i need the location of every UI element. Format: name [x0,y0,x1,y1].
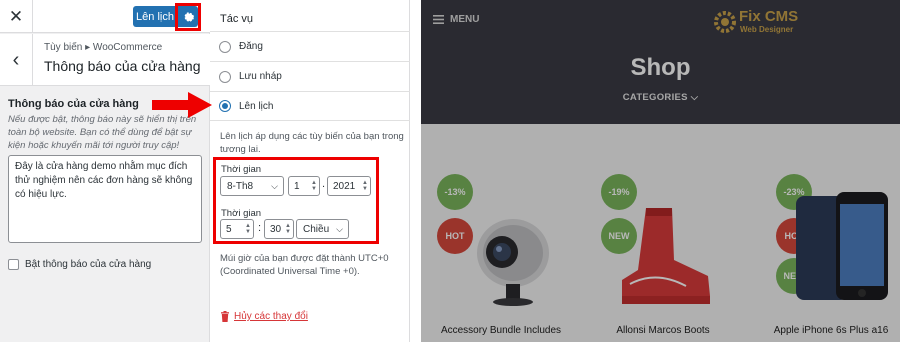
close-icon[interactable]: ✕ [0,0,33,33]
product-image [622,208,710,304]
enable-notice-label: Bật thông báo của cửa hàng [25,259,152,270]
discard-changes-link[interactable]: Hủy các thay đổi [220,311,308,322]
menu-button[interactable]: MENU [433,14,479,25]
menu-label: MENU [450,14,480,25]
product-image [796,192,888,300]
breadcrumb: Tùy biến ▸ WooCommerce [44,42,163,53]
logo-subtext: Web Designer [740,25,794,34]
product-image [477,219,549,306]
categories-label: CATEGORIES [622,92,688,103]
option-schedule-label: Lên lịch [239,100,274,112]
customizer-screen: ✕ Lên lịch ‹ Tùy biến ▸ WooCommerce Thôn… [0,0,900,342]
logo-text: Fix CMS [739,8,799,25]
radio-publish[interactable] [219,40,231,53]
enable-notice-checkbox[interactable] [8,259,19,270]
store-notice-label: Thông báo của cửa hàng [8,98,139,110]
publish-button[interactable]: Lên lịch [133,6,177,27]
product-name[interactable]: Accessory Bundle Includes [426,325,576,336]
enable-notice-row[interactable]: Bật thông báo của cửa hàng [8,259,151,270]
schedule-description: Lên lịch áp dụng các tùy biến của bạn tr… [220,131,404,155]
timezone-note: Múi giờ của bạn được đặt thành UTC+0 (Co… [220,253,389,277]
site-preview[interactable]: MENU Fix CMS Web Designer Shop CATEGORIE… [421,0,900,342]
preview-header: MENU Fix CMS Web Designer Shop CATEGORIE… [421,0,900,124]
option-draft-label: Lưu nháp [239,71,282,82]
section-header: ‹ Tùy biến ▸ WooCommerce Thông báo của c… [0,34,210,86]
section-title: Thông báo của cửa hàng [44,58,201,74]
product-name[interactable]: Allonsi Marcos Boots [588,325,738,336]
discard-changes-label: Hủy các thay đổi [234,311,308,322]
product-card[interactable]: -13% HOT Accessory Bundle Includes [426,170,576,342]
option-publish-label: Đăng [239,41,263,52]
categories-link[interactable]: CATEGORIES ⌵ [421,92,900,103]
trash-icon [221,311,229,322]
chevron-down-icon: ⌵ [690,92,699,103]
radio-draft[interactable] [219,70,231,83]
highlight-box-schedule [213,157,379,244]
product-card[interactable]: -19% NEW Allonsi Marcos Boots [588,170,738,342]
back-chevron-icon[interactable]: ‹ [0,34,33,86]
shop-title: Shop [630,54,691,81]
red-arrow-icon [152,92,212,118]
option-publish[interactable]: Đăng [210,31,410,61]
store-notice-textarea[interactable]: Đây là cửa hàng demo nhằm mục đích thử n… [8,155,202,243]
product-card[interactable]: -23% HOT NEW Apple iPhone 6s Plus a16 [756,170,900,342]
site-logo[interactable]: Fix CMS Web Designer [713,8,823,43]
publish-settings-title: Tác vụ [220,13,254,25]
customizer-sidebar: ✕ Lên lịch ‹ Tùy biến ▸ WooCommerce Thôn… [0,0,210,342]
store-notice-description: Nếu được bật, thông báo này sẽ hiển thị … [8,114,197,151]
product-name[interactable]: Apple iPhone 6s Plus a16 [756,325,900,336]
option-schedule[interactable]: Lên lịch [210,91,410,121]
highlight-box-gear [175,3,201,31]
option-draft[interactable]: Lưu nháp [210,61,410,91]
hamburger-icon [433,15,444,24]
radio-schedule[interactable] [219,100,231,112]
